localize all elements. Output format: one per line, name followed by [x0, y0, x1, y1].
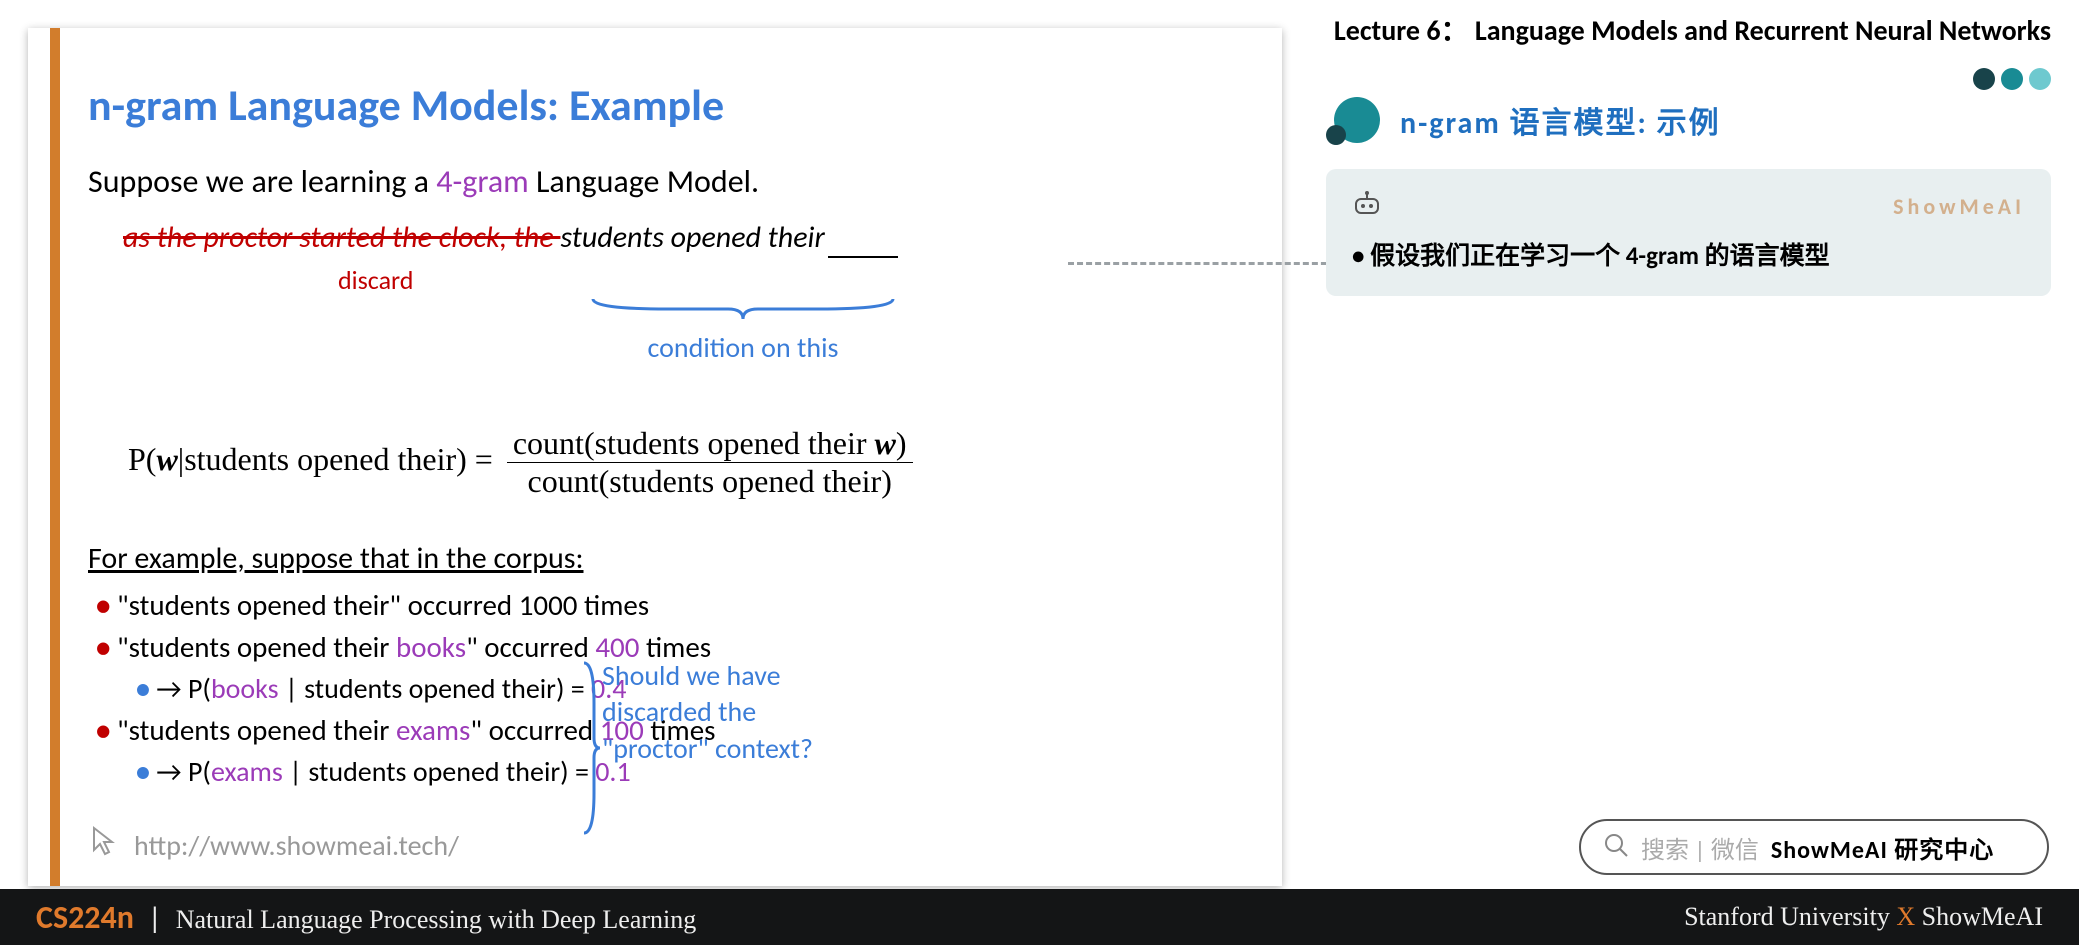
- corpus-heading: For example, suppose that in the corpus:: [88, 540, 1252, 577]
- formula-w2: w: [875, 425, 896, 461]
- intro-em: 4-gram: [436, 162, 528, 201]
- context-text: students opened their: [560, 219, 824, 256]
- formula-lhs-pre: P(: [128, 441, 156, 477]
- condition-annotation: condition on this: [588, 296, 898, 365]
- intro-line: Suppose we are learning a 4-gram Languag…: [88, 162, 1252, 201]
- course-subtitle: Natural Language Processing with Deep Le…: [176, 905, 697, 935]
- lecture-title: Lecture 6： Language Models and Recurrent…: [1326, 12, 2051, 50]
- intro-pre: Suppose we are learning a: [88, 162, 436, 201]
- example-sentence: as the proctor started the clock, the st…: [123, 219, 1252, 258]
- footer-right: Stanford University X ShowMeAI: [1684, 902, 2043, 932]
- formula-w1: w: [156, 441, 177, 477]
- section-icon: [1326, 97, 1386, 143]
- pipe: |: [148, 900, 162, 937]
- probability-formula: P(w|students opened their) = count(stude…: [128, 425, 1252, 500]
- formula-num-pre: count(students opened their: [513, 425, 875, 461]
- search-icon: [1603, 832, 1629, 863]
- discarded-text: as the proctor started the clock, the: [123, 219, 560, 256]
- intro-post: Language Model.: [529, 162, 759, 201]
- link-text: http://www.showmeai.tech/: [134, 828, 459, 863]
- search-box[interactable]: 搜索 | 微信 ShowMeAI 研究中心: [1579, 819, 2049, 875]
- search-placeholder: 搜索 | 微信: [1641, 830, 1759, 865]
- translation-note: ShowMeAI 假设我们正在学习一个 4-gram 的语言模型: [1326, 169, 2051, 296]
- formula-num-post: ): [896, 425, 907, 461]
- slide-title: n-gram Language Models: Example: [88, 78, 1252, 132]
- condition-label: condition on this: [588, 330, 898, 365]
- accent-bar: [50, 28, 60, 886]
- robot-icon: [1352, 191, 1382, 222]
- discard-label: discard: [338, 264, 1252, 296]
- note-line: 假设我们正在学习一个 4-gram 的语言模型: [1352, 236, 2025, 272]
- blank-slot: [828, 219, 898, 258]
- section-header: n-gram 语言模型: 示例: [1326, 97, 2051, 143]
- list-item: "students opened their" occurred 1000 ti…: [96, 587, 1252, 623]
- cursor-icon: [88, 824, 122, 866]
- slide: n-gram Language Models: Example Suppose …: [28, 28, 1282, 886]
- source-link[interactable]: http://www.showmeai.tech/: [88, 824, 459, 866]
- side-brace-icon: [580, 658, 602, 838]
- right-column: Lecture 6： Language Models and Recurrent…: [1290, 0, 2079, 890]
- formula-den: count(students opened their): [507, 462, 913, 500]
- course-code: CS224n: [36, 898, 134, 937]
- decorative-dots: [1326, 68, 2051, 95]
- side-note: Should we have discarded the "proctor" c…: [602, 658, 862, 767]
- footer-bar: CS224n | Natural Language Processing wit…: [0, 889, 2079, 945]
- formula-lhs-mid: |students opened their) =: [178, 441, 501, 477]
- search-label: ShowMeAI 研究中心: [1771, 830, 1994, 865]
- brand-label: ShowMeAI: [1893, 193, 2025, 220]
- section-title: n-gram 语言模型: 示例: [1400, 98, 1721, 142]
- brace-icon: [588, 296, 898, 328]
